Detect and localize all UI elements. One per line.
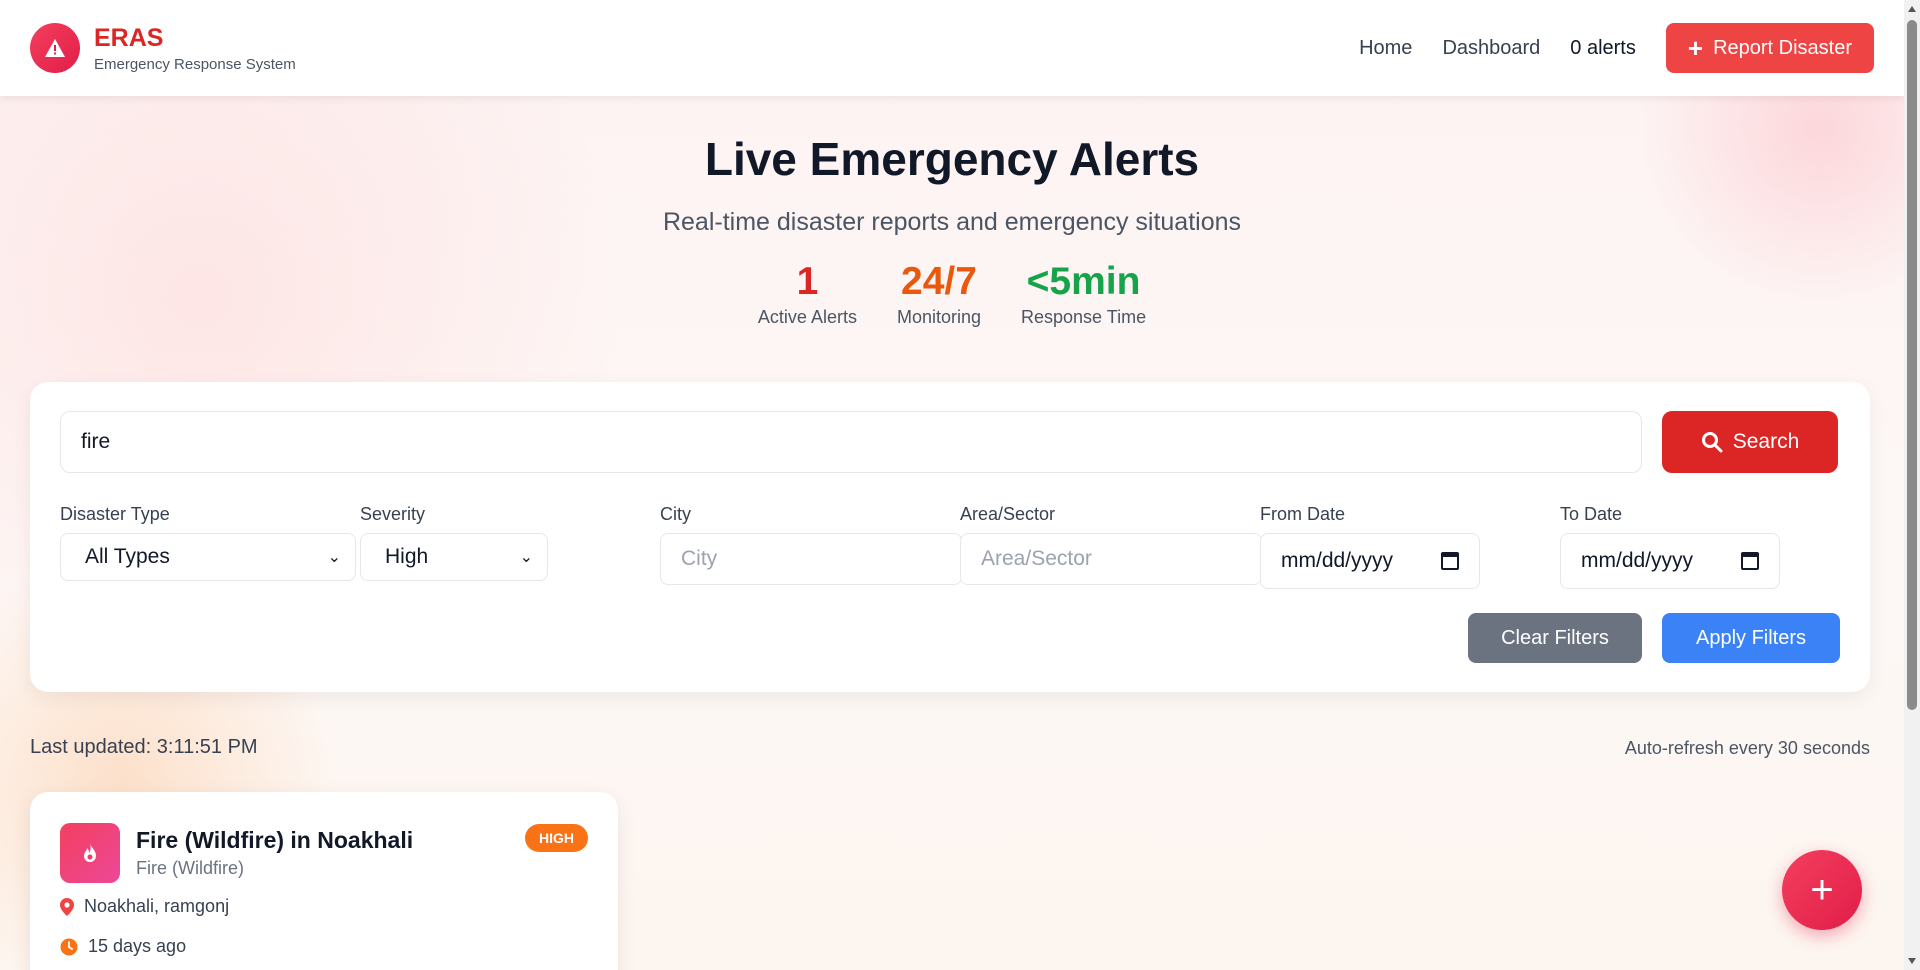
page-title: Live Emergency Alerts <box>704 133 1200 185</box>
last-updated-text: Last updated: 3:11:51 PM <box>30 736 258 758</box>
brand-tagline: Emergency Response System <box>94 55 296 73</box>
area-label: Area/Sector <box>960 504 1056 524</box>
location-pin-icon <box>60 897 74 916</box>
disaster-type-field: Disaster Type All Types ⌄ <box>60 504 356 581</box>
page-scrollbar[interactable] <box>1904 0 1920 970</box>
chevron-down-icon: ⌄ <box>519 549 533 566</box>
warning-icon <box>30 23 80 73</box>
search-button-label: Search <box>1732 430 1800 453</box>
chevron-down-icon: ⌄ <box>327 549 341 566</box>
filter-panel: Search Disaster Type All Types ⌄ Severit… <box>30 382 1870 692</box>
page: ERAS Emergency Response System Home Dash… <box>0 0 1904 970</box>
nav-dashboard[interactable]: Dashboard <box>1442 37 1540 60</box>
fire-icon <box>60 823 120 883</box>
clock-icon <box>60 938 78 955</box>
stat-value: 24/7 <box>901 260 977 303</box>
floating-add-button[interactable]: + <box>1782 850 1862 930</box>
severity-badge: HIGH <box>525 824 588 852</box>
stat-response-time: <5min Response Time <box>1021 259 1146 328</box>
disaster-type-value: All Types <box>85 545 170 568</box>
from-date-input[interactable]: mm/dd/yyyy <box>1260 533 1480 589</box>
alert-time-text: 15 days ago <box>88 936 187 956</box>
severity-label: Severity <box>360 504 426 524</box>
stat-label: Monitoring <box>896 307 982 327</box>
alert-time: 15 days ago <box>60 936 186 957</box>
brand[interactable]: ERAS Emergency Response System <box>30 23 296 73</box>
scrollbar-thumb[interactable] <box>1907 20 1917 710</box>
severity-field: Severity High ⌄ <box>360 504 548 581</box>
alert-location-text: Noakhali, ramgonj <box>84 896 230 916</box>
alert-title[interactable]: Fire (Wildfire) in Noakhali <box>136 827 413 854</box>
search-button[interactable]: Search <box>1662 411 1838 473</box>
hero: Live Emergency Alerts Real-time disaster… <box>0 96 1904 328</box>
severity-value: High <box>385 545 429 568</box>
to-date-input[interactable]: mm/dd/yyyy <box>1560 533 1780 589</box>
from-date-label: From Date <box>1260 504 1346 524</box>
city-field: City City <box>660 504 962 585</box>
to-date-value: mm/dd/yyyy <box>1581 549 1694 572</box>
stat-label: Response Time <box>1021 307 1147 327</box>
city-label: City <box>660 504 691 524</box>
stat-monitoring: 24/7 Monitoring <box>897 259 981 328</box>
plus-icon: + <box>1687 33 1704 63</box>
calendar-icon[interactable] <box>1741 552 1759 570</box>
auto-refresh-text: Auto-refresh every 30 seconds <box>1624 738 1870 758</box>
clear-filters-button[interactable]: Clear Filters <box>1468 613 1642 663</box>
search-icon <box>1701 432 1723 453</box>
alert-type: Fire (Wildfire) <box>136 858 244 878</box>
from-date-value: mm/dd/yyyy <box>1281 549 1394 572</box>
stat-value: 1 <box>796 260 819 303</box>
city-input[interactable]: City <box>660 533 962 585</box>
report-disaster-label: Report Disaster <box>1713 36 1852 59</box>
scroll-down-icon[interactable] <box>1908 958 1916 964</box>
to-date-label: To Date <box>1560 504 1623 524</box>
disaster-type-label: Disaster Type <box>60 504 170 524</box>
stat-active-alerts: 1 Active Alerts <box>758 259 857 328</box>
scroll-up-icon[interactable] <box>1908 6 1916 12</box>
nav-alerts-count[interactable]: 0 alerts <box>1570 37 1636 60</box>
calendar-icon[interactable] <box>1441 552 1459 570</box>
severity-select[interactable]: High ⌄ <box>360 533 548 581</box>
to-date-field: To Date mm/dd/yyyy <box>1560 504 1780 589</box>
stat-label: Active Alerts <box>757 307 857 327</box>
alert-card[interactable]: Fire (Wildfire) in Noakhali Fire (Wildfi… <box>30 792 618 970</box>
search-row: Search <box>60 411 1838 473</box>
top-header: ERAS Emergency Response System Home Dash… <box>0 0 1904 96</box>
search-input[interactable] <box>60 411 1642 473</box>
disaster-type-select[interactable]: All Types ⌄ <box>60 533 356 581</box>
nav-home[interactable]: Home <box>1359 37 1412 60</box>
page-subtitle: Real-time disaster reports and emergency… <box>662 208 1242 236</box>
apply-filters-button[interactable]: Apply Filters <box>1662 613 1840 663</box>
stat-value: <5min <box>1026 260 1141 303</box>
stats-row: 1 Active Alerts 24/7 Monitoring <5min Re… <box>0 259 1904 328</box>
alert-location: Noakhali, ramgonj <box>60 896 229 917</box>
area-input[interactable]: Area/Sector <box>960 533 1262 585</box>
report-disaster-button[interactable]: + Report Disaster <box>1665 23 1874 73</box>
main-nav: Home Dashboard 0 alerts + Report Disaste… <box>1359 23 1874 73</box>
brand-name: ERAS <box>94 23 164 52</box>
from-date-field: From Date mm/dd/yyyy <box>1260 504 1480 589</box>
area-field: Area/Sector Area/Sector <box>960 504 1262 585</box>
